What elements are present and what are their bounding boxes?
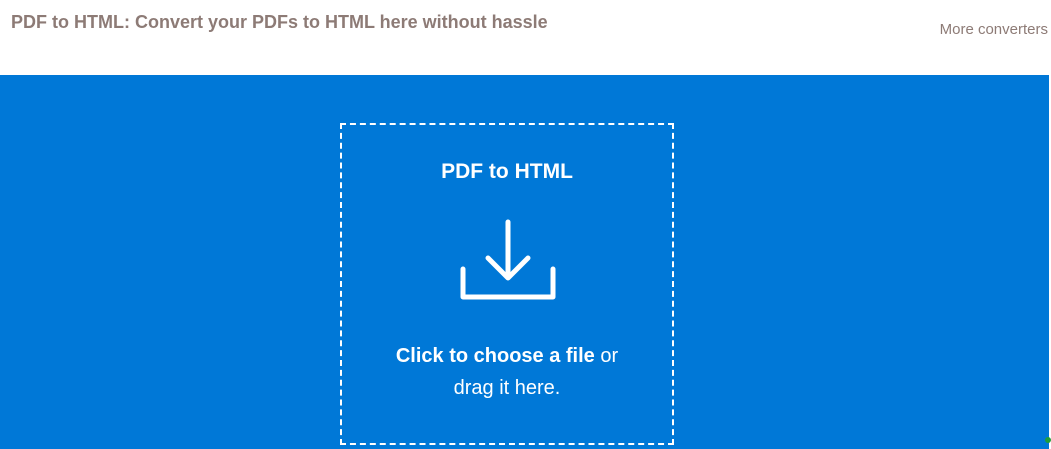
download-icon: [460, 219, 556, 300]
page-header: PDF to HTML: Convert your PDFs to HTML h…: [0, 0, 1051, 75]
choose-file-label[interactable]: Click to choose a file: [396, 345, 595, 367]
upload-section: PDF to HTML Click to choose a file or dr…: [0, 75, 1051, 449]
more-converters-link[interactable]: More converters: [940, 21, 1048, 38]
status-dot: [1045, 437, 1051, 443]
or-text: or: [594, 345, 619, 367]
dropzone-title: PDF to HTML: [441, 160, 573, 183]
page-title: PDF to HTML: Convert your PDFs to HTML h…: [11, 12, 548, 32]
drag-text: drag it here.: [453, 377, 561, 399]
file-dropzone[interactable]: PDF to HTML Click to choose a file or dr…: [340, 123, 674, 445]
dropzone-instructions: Click to choose a file or drag it here.: [342, 340, 672, 404]
